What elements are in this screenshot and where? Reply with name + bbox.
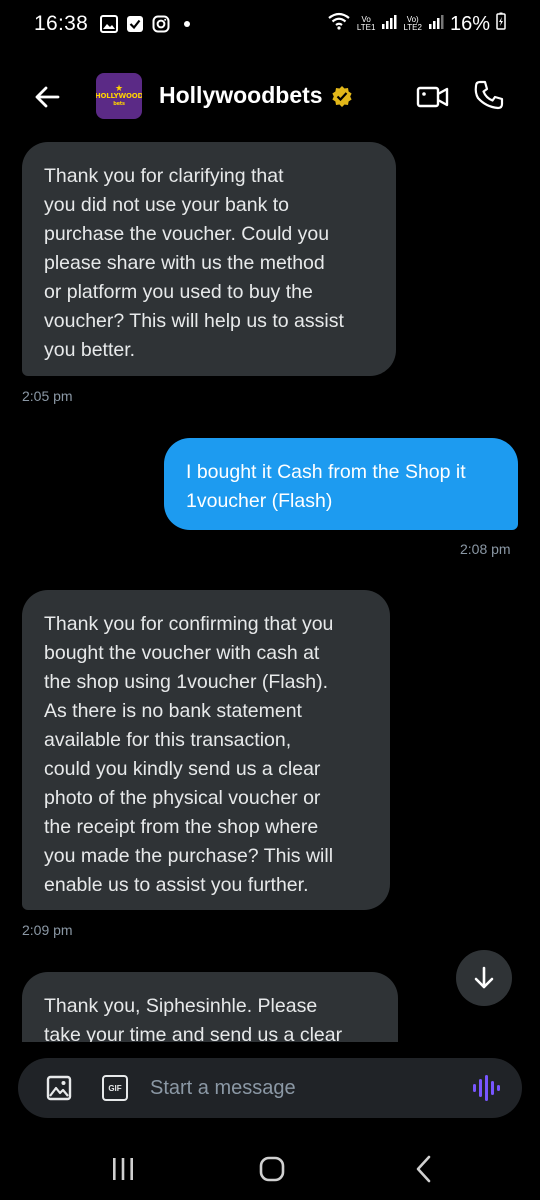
message-timestamp: 2:08 pm — [460, 541, 511, 557]
home-button[interactable] — [258, 1155, 286, 1183]
wifi-icon — [327, 11, 351, 37]
message-bubble-incoming[interactable]: Thank you for confirming that you bought… — [22, 590, 390, 910]
recent-apps-button[interactable] — [108, 1156, 138, 1182]
home-icon — [259, 1156, 285, 1182]
voice-wave-icon — [473, 1075, 500, 1101]
image-icon — [46, 1075, 72, 1101]
scroll-to-bottom-button[interactable] — [456, 950, 512, 1006]
signal-1-icon — [381, 13, 397, 36]
status-right: Vo LTE1 Vo) LTE2 16% — [327, 11, 506, 37]
header-title-group[interactable]: Hollywoodbets — [159, 82, 353, 109]
message-timestamp: 2:09 pm — [22, 922, 73, 938]
message-bubble-incoming[interactable]: Thank you, Siphesinhle. Please take your… — [22, 972, 398, 1042]
signal-2-icon — [428, 13, 444, 36]
recent-apps-icon — [113, 1158, 133, 1180]
network-1-label: Vo LTE1 — [356, 15, 376, 32]
avatar[interactable]: ★ HOLLYWOOD bets — [96, 73, 142, 119]
conversation-title: Hollywoodbets — [159, 82, 323, 108]
arrow-left-icon — [35, 86, 60, 108]
message-list[interactable]: Thank you for clarifying that you did no… — [0, 140, 540, 1042]
voice-call-button[interactable] — [472, 78, 506, 112]
dm-screen: 16:38 Vo LTE1 Vo) LTE2 16% ★ HOLLYWOOD b… — [0, 0, 540, 1200]
phone-icon — [474, 80, 504, 110]
message-bubble-incoming[interactable]: Thank you for clarifying that you did no… — [22, 142, 396, 376]
battery-percent: 16% — [449, 12, 490, 35]
star-icon: ★ — [114, 83, 124, 93]
gif-icon: GIF — [108, 1083, 122, 1093]
gif-button[interactable]: GIF — [102, 1075, 128, 1101]
system-back-button[interactable] — [412, 1154, 436, 1184]
video-call-button[interactable] — [416, 82, 450, 112]
back-button[interactable] — [30, 80, 64, 114]
battery-charging-icon — [496, 12, 506, 36]
chevron-left-icon — [416, 1155, 431, 1183]
status-bar: 16:38 Vo LTE1 Vo) LTE2 16% — [0, 0, 540, 48]
arrow-down-icon — [474, 966, 494, 989]
conversation-header: ★ HOLLYWOOD bets Hollywoodbets — [0, 62, 540, 132]
voice-message-button[interactable] — [470, 1072, 502, 1104]
verified-badge-icon — [331, 85, 353, 107]
message-composer: GIF — [18, 1058, 522, 1118]
add-image-button[interactable] — [46, 1075, 72, 1101]
instagram-notification-icon — [152, 15, 170, 33]
avatar-logo-subtext: bets — [113, 101, 125, 107]
message-input[interactable] — [150, 1072, 450, 1104]
network-2-label: Vo) LTE2 — [403, 15, 422, 32]
status-time: 16:38 — [34, 12, 89, 35]
check-notification-icon — [126, 15, 144, 33]
more-notifications-dot — [184, 21, 191, 27]
message-bubble-outgoing[interactable]: I bought it Cash from the Shop it 1vouch… — [164, 438, 518, 530]
video-camera-icon — [416, 86, 449, 108]
system-navigation-bar — [0, 1140, 540, 1200]
avatar-logo-text: HOLLYWOOD — [96, 92, 142, 100]
message-timestamp: 2:05 pm — [22, 388, 73, 404]
gallery-notification-icon — [100, 15, 119, 33]
